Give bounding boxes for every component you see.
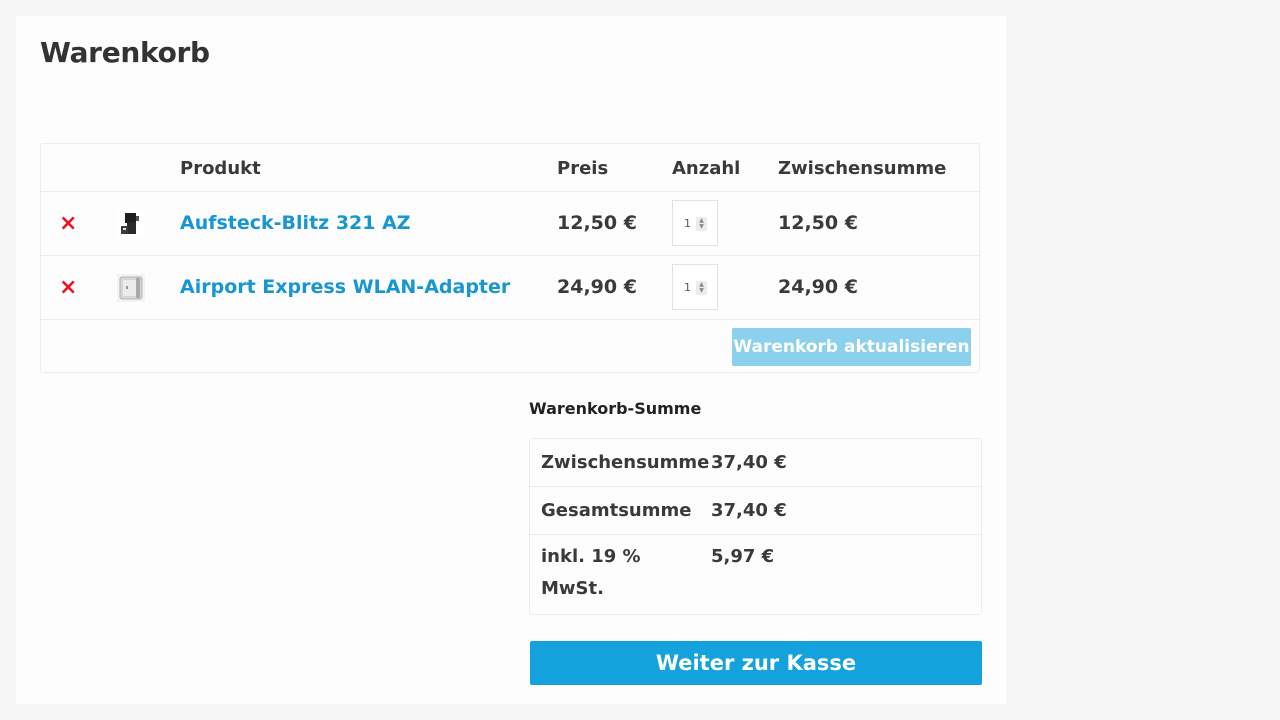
cart-table: Produkt Preis Anzahl Zwischensumme × Auf… xyxy=(40,143,980,373)
column-header-quantity: Anzahl xyxy=(672,158,741,179)
cart-item-row: × Aufsteck-Blitz 321 AZ 12,50 € ▲ ▼ xyxy=(41,192,979,256)
totals-row-tax: inkl. 19 % MwSt. 5,97 € xyxy=(530,535,981,614)
quantity-input[interactable] xyxy=(673,201,717,245)
cart-totals-title: Warenkorb-Summe xyxy=(529,399,702,418)
remove-item-icon[interactable]: × xyxy=(59,210,77,238)
totals-value: 5,97 € xyxy=(711,546,775,567)
product-link[interactable]: Aufsteck-Blitz 321 AZ xyxy=(180,212,411,234)
quantity-stepper[interactable]: ▲ ▼ xyxy=(672,200,718,246)
item-price: 24,90 € xyxy=(557,276,637,298)
totals-label: Gesamtsumme xyxy=(541,500,692,521)
cart-item-row: × Airport Express WLAN-Adapter 24,90 € ▲… xyxy=(41,256,979,320)
wlan-adapter-thumbnail-icon[interactable] xyxy=(117,274,145,302)
chevron-down-icon[interactable]: ▼ xyxy=(698,224,705,230)
totals-row-total: Gesamtsumme 37,40 € xyxy=(530,487,981,535)
product-link[interactable]: Airport Express WLAN-Adapter xyxy=(180,276,510,298)
quantity-spin-buttons[interactable]: ▲ ▼ xyxy=(696,281,707,295)
page-title: Warenkorb xyxy=(40,36,210,69)
proceed-to-checkout-button[interactable]: Weiter zur Kasse xyxy=(530,641,982,685)
column-header-subtotal: Zwischensumme xyxy=(778,158,947,179)
totals-value: 37,40 € xyxy=(711,500,787,521)
item-subtotal: 12,50 € xyxy=(778,212,858,234)
item-subtotal: 24,90 € xyxy=(778,276,858,298)
quantity-spin-buttons[interactable]: ▲ ▼ xyxy=(696,217,707,231)
totals-label: inkl. 19 % MwSt. xyxy=(541,546,641,599)
camera-flash-thumbnail-icon[interactable] xyxy=(117,210,145,238)
item-price: 12,50 € xyxy=(557,212,637,234)
cart-page-panel: Warenkorb Produkt Preis Anzahl Zwischens… xyxy=(16,16,1006,704)
column-header-price: Preis xyxy=(557,158,609,179)
quantity-stepper[interactable]: ▲ ▼ xyxy=(672,264,718,310)
quantity-input[interactable] xyxy=(673,265,717,309)
cart-totals-table: Zwischensumme 37,40 € Gesamtsumme 37,40 … xyxy=(529,438,982,615)
totals-label: Zwischensumme xyxy=(541,452,710,473)
cart-table-header: Produkt Preis Anzahl Zwischensumme xyxy=(41,144,979,192)
totals-row-subtotal: Zwischensumme 37,40 € xyxy=(530,439,981,487)
column-header-product: Produkt xyxy=(180,158,261,179)
cart-actions-row: Warenkorb aktualisieren xyxy=(41,320,979,372)
update-cart-button[interactable]: Warenkorb aktualisieren xyxy=(732,328,971,366)
chevron-down-icon[interactable]: ▼ xyxy=(698,288,705,294)
totals-value: 37,40 € xyxy=(711,452,787,473)
remove-item-icon[interactable]: × xyxy=(59,274,77,302)
